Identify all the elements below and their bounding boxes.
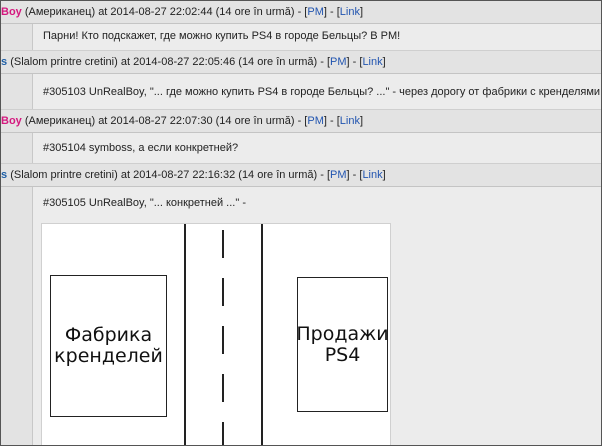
post-date: at 2014-08-27 22:02:44	[98, 6, 213, 18]
post-author-tag: (Американец)	[24, 115, 96, 127]
road-edge-left	[184, 224, 186, 445]
factory-label-line2: кренделей	[54, 345, 163, 367]
post-body: Парни! Кто подскажет, где можно купить P…	[1, 24, 601, 51]
permalink[interactable]: Link	[340, 6, 360, 18]
ps4-shop-box: Продажи PS4	[296, 277, 389, 412]
forum-thread: Boy (Американец) at 2014-08-27 22:02:44 …	[0, 0, 602, 446]
pm-link[interactable]: PM	[307, 115, 324, 127]
permalink[interactable]: Link	[362, 56, 382, 68]
post-header: s (Slalom printre cretini) at 2014-08-27…	[1, 164, 601, 187]
post-author-tag: (Американец)	[24, 6, 96, 18]
post-date: at 2014-08-27 22:05:46	[120, 56, 236, 68]
post-body: #305104 symboss, а если конкретней?	[1, 133, 601, 164]
factory-box: Фабрика кренделей	[50, 275, 167, 417]
post-header: Boy (Американец) at 2014-08-27 22:02:44 …	[1, 1, 601, 24]
road-edge-right	[261, 224, 263, 445]
post-author[interactable]: s	[1, 169, 7, 181]
post-message: #305104 symboss, а если конкретней?	[43, 142, 239, 154]
post-header: Boy (Американец) at 2014-08-27 22:07:30 …	[1, 110, 601, 133]
permalink[interactable]: Link	[340, 115, 360, 127]
post-author[interactable]: s	[1, 56, 7, 68]
pm-link[interactable]: PM	[330, 56, 347, 68]
post-ago: (14 ore în urmă)	[215, 115, 295, 127]
pm-link[interactable]: PM	[330, 169, 347, 181]
post-header: s (Slalom printre cretini) at 2014-08-27…	[1, 51, 601, 74]
post-date: at 2014-08-27 22:16:32	[120, 169, 236, 181]
post-author[interactable]: Boy	[1, 115, 22, 127]
post-date: at 2014-08-27 22:07:30	[98, 115, 213, 127]
post-author-tag: (Slalom printre cretini)	[10, 56, 118, 68]
factory-label-line1: Фабрика	[64, 324, 153, 346]
post-message: #305105 UnRealBoy, "... конкретней ..." …	[43, 197, 246, 209]
post-message: #305103 UnRealBoy, "... где можно купить…	[43, 86, 602, 98]
pm-link[interactable]: PM	[307, 6, 324, 18]
shop-label-line2: PS4	[324, 343, 361, 366]
shop-label-line1: Продажи	[296, 322, 389, 345]
post-ago: (14 ore în urmă)	[238, 169, 318, 181]
post-author-tag: (Slalom printre cretini)	[10, 169, 118, 181]
attached-image[interactable]: Фабрика кренделей Продажи PS4	[41, 223, 391, 445]
permalink[interactable]: Link	[362, 169, 382, 181]
post-message: Парни! Кто подскажет, где можно купить P…	[43, 30, 401, 42]
post-ago: (14 ore în urmă)	[238, 56, 318, 68]
post-author[interactable]: Boy	[1, 6, 22, 18]
post-ago: (14 ore în urmă)	[215, 6, 295, 18]
post-body: #305103 UnRealBoy, "... где можно купить…	[1, 74, 601, 110]
